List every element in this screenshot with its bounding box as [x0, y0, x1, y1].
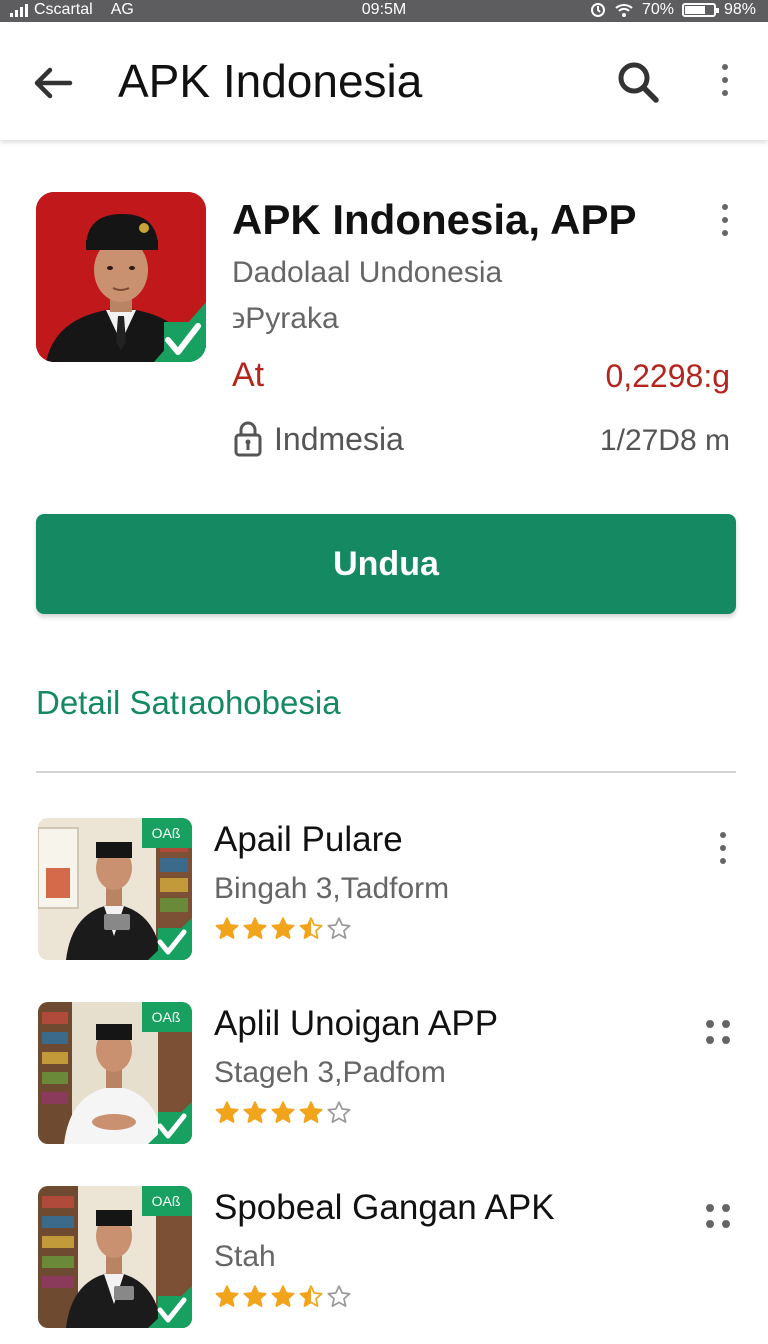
more-vert-icon[interactable]	[720, 832, 726, 864]
list-item[interactable]: OAß Apail Pulare Bingah 3,Tadform	[0, 818, 768, 968]
badge-text: OAß	[152, 825, 181, 841]
more-grid-icon[interactable]	[706, 1020, 730, 1044]
star-full-icon	[243, 917, 267, 939]
list-item-subtitle: Bingah 3,Tadform	[214, 872, 450, 905]
list-item-subtitle: Stah	[214, 1240, 276, 1273]
app-icon	[36, 192, 206, 362]
region-row: Indmesia	[232, 420, 404, 458]
list-item-title: Spobeal Gangan APK	[214, 1188, 555, 1227]
star-half-icon	[299, 1285, 323, 1307]
lock-icon	[234, 421, 262, 457]
app-price: 0,2298:g	[605, 358, 730, 394]
app-developer[interactable]: Dadolaal Undonesia	[232, 256, 502, 290]
battery-icon	[681, 3, 719, 17]
list-item[interactable]: OAß Aplil Unoigan APP Stageh 3,Padfom	[0, 1002, 768, 1152]
region-label: Indmesia	[274, 420, 404, 457]
star-half-icon	[299, 917, 323, 939]
search-button[interactable]	[612, 56, 664, 108]
star-full-icon	[299, 1101, 323, 1123]
star-full-icon	[243, 1101, 267, 1123]
alarm-icon	[590, 3, 605, 17]
app-more-icon[interactable]	[708, 204, 742, 238]
star-full-icon	[215, 917, 239, 939]
star-rating	[214, 916, 352, 942]
wifi-label: 70%	[641, 1, 674, 18]
star-full-icon	[215, 1101, 239, 1123]
star-empty-icon	[327, 917, 351, 939]
page-title: APK Indonesia	[118, 55, 423, 107]
app-name: APK Indonesia, APP	[232, 196, 637, 243]
more-vert-icon[interactable]	[708, 58, 742, 108]
list-thumbnail: OAß	[38, 818, 192, 960]
badge-text: OAß	[152, 1009, 181, 1025]
price-label: At	[232, 356, 265, 394]
list-item-title: Aplil Unoigan APP	[214, 1004, 499, 1043]
star-full-icon	[271, 1285, 295, 1307]
back-button[interactable]	[28, 58, 78, 108]
star-rating	[214, 1284, 352, 1310]
list-item-subtitle: Stageh 3,Padfom	[214, 1056, 446, 1089]
star-full-icon	[271, 917, 295, 939]
install-button[interactable]: Undua	[36, 514, 736, 614]
star-full-icon	[243, 1285, 267, 1307]
section-title[interactable]: Detail Satıaohobesia	[36, 684, 341, 722]
app-date: 1/27D8 m	[599, 424, 730, 457]
badge-text: OAß	[152, 1193, 181, 1209]
list-item-title: Apail Pulare	[214, 820, 403, 859]
star-rating	[214, 1100, 352, 1126]
star-empty-icon	[327, 1101, 351, 1123]
star-full-icon	[271, 1101, 295, 1123]
app-icon-portrait	[36, 192, 206, 362]
more-grid-icon[interactable]	[706, 1204, 730, 1228]
status-bar: Cscartal AG 09:5M 70% 98%	[0, 0, 768, 22]
battery-label: 98%	[723, 1, 756, 18]
list-thumbnail: OAß	[38, 1002, 192, 1144]
star-full-icon	[215, 1285, 239, 1307]
divider	[36, 771, 736, 773]
wifi-icon	[615, 4, 633, 17]
battery-fill	[684, 6, 705, 14]
app-subtitle: ϶Pyraka	[232, 302, 339, 335]
search-icon	[618, 62, 659, 103]
list-thumbnail: OAß	[38, 1186, 192, 1328]
star-empty-icon	[327, 1285, 351, 1307]
list-item[interactable]: OAß Spobeal Gangan APK Stah	[0, 1186, 768, 1336]
arrow-left-icon	[34, 67, 73, 99]
app-bar: APK Indonesia	[0, 22, 768, 140]
status-right: 70% 98%	[590, 1, 756, 19]
